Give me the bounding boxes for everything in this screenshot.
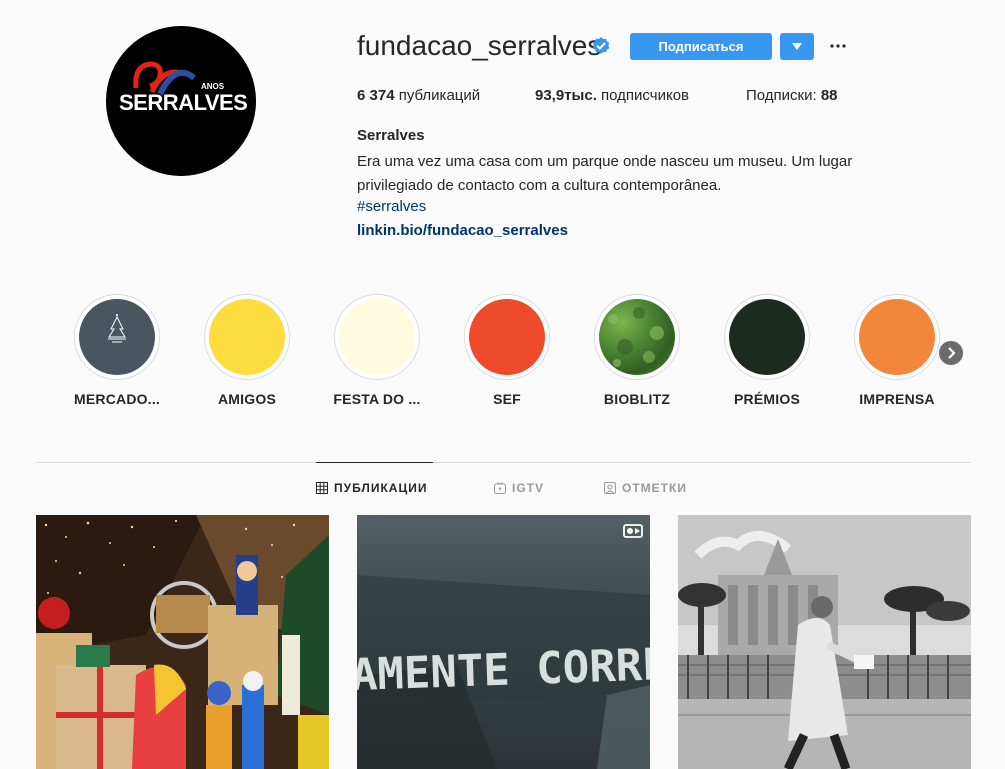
svg-text:SERRALVES: SERRALVES	[119, 90, 247, 115]
highlight-imprensa[interactable]: IMPRENSA	[854, 294, 940, 407]
highlight-premios[interactable]: PRÉMIOS	[724, 294, 810, 407]
highlight-ring	[464, 294, 550, 380]
tabs-divider	[36, 462, 971, 463]
followers-stat[interactable]: 93,9тыс. подписчиков	[535, 87, 689, 104]
highlight-ring	[334, 294, 420, 380]
highlight-label: FESTA DO ...	[333, 391, 421, 407]
suggestions-dropdown-button[interactable]	[780, 33, 814, 60]
profile-username: fundacao_serralves	[357, 30, 602, 61]
following-count: 88	[820, 87, 838, 104]
chevron-right-icon	[948, 347, 956, 359]
highlight-cover	[79, 299, 155, 375]
highlight-festa[interactable]: FESTA DO ...	[333, 294, 420, 407]
followers-label: подписчиков	[601, 87, 690, 104]
highlight-cover	[469, 299, 545, 375]
posts-count: 6 374	[357, 87, 395, 104]
following-stat[interactable]: Подписки: 88	[746, 87, 838, 104]
highlights-next-button[interactable]	[939, 341, 963, 365]
caret-down-icon	[792, 43, 802, 50]
highlight-ring	[74, 294, 160, 380]
more-options-icon[interactable]	[826, 34, 850, 58]
tab-label: ПУБЛИКАЦИИ	[334, 481, 428, 495]
highlight-cover	[859, 299, 935, 375]
highlight-cover	[209, 299, 285, 375]
tab-tagged[interactable]: ОТМЕТКИ	[604, 481, 687, 495]
christmas-gifts-photo	[36, 515, 329, 769]
highlight-label: IMPRENSA	[859, 391, 935, 407]
highlight-ring	[724, 294, 810, 380]
active-tab-indicator	[316, 462, 433, 463]
igtv-icon	[494, 482, 506, 494]
highlight-ring	[204, 294, 290, 380]
bio-text: Era uma vez uma casa com um parque onde …	[357, 153, 853, 194]
highlight-label: AMIGOS	[218, 391, 276, 407]
tab-label: IGTV	[512, 481, 545, 495]
highlight-amigos[interactable]: AMIGOS	[204, 294, 290, 407]
tab-label: ОТМЕТКИ	[622, 481, 687, 495]
posts-stat: 6 374 публикаций	[357, 87, 480, 104]
highlight-label: MERCADO...	[74, 391, 160, 407]
profile-avatar[interactable]: ANOS SERRALVES	[106, 26, 256, 176]
moss-texture-icon	[608, 307, 664, 367]
highlight-mercado[interactable]: MERCADO...	[74, 294, 160, 407]
post-thumbnail-1[interactable]	[36, 515, 329, 769]
highlight-label: SEF	[493, 391, 521, 407]
highlight-ring	[854, 294, 940, 380]
highlight-cover	[729, 299, 805, 375]
highlight-bioblitz[interactable]: BIOBLITZ	[594, 294, 680, 407]
serralves-logo: ANOS SERRALVES	[106, 26, 256, 176]
video-icon	[623, 524, 643, 538]
tagged-icon	[604, 482, 616, 494]
highlight-label: PRÉMIOS	[734, 391, 800, 407]
highlight-cover	[339, 299, 415, 375]
bio-website-link[interactable]: linkin.bio/fundacao_serralves	[357, 222, 568, 239]
bio-hashtag-link[interactable]: #serralves	[357, 198, 426, 215]
tab-igtv[interactable]: IGTV	[494, 481, 544, 495]
verified-badge-icon	[592, 37, 610, 54]
post-thumbnail-2[interactable]: AMENTE CORRECT	[357, 515, 650, 769]
highlight-ring	[594, 294, 680, 380]
chalkboard-video-photo: AMENTE CORRECT	[357, 515, 650, 769]
highlight-sef[interactable]: SEF	[464, 294, 550, 407]
following-label: Подписки:	[746, 87, 817, 104]
grid-icon	[316, 482, 328, 494]
tree-icon	[108, 314, 126, 343]
post-thumbnail-3[interactable]	[678, 515, 971, 769]
tab-posts[interactable]: ПУБЛИКАЦИИ	[316, 481, 427, 495]
rome-street-bw-photo	[678, 515, 971, 769]
highlight-label: BIOBLITZ	[603, 391, 671, 407]
highlight-cover	[599, 299, 675, 375]
posts-label: публикаций	[398, 87, 481, 104]
followers-count: 93,9тыс.	[535, 87, 597, 104]
bio-name: Serralves	[357, 127, 425, 144]
follow-button[interactable]: Подписаться	[630, 33, 772, 60]
